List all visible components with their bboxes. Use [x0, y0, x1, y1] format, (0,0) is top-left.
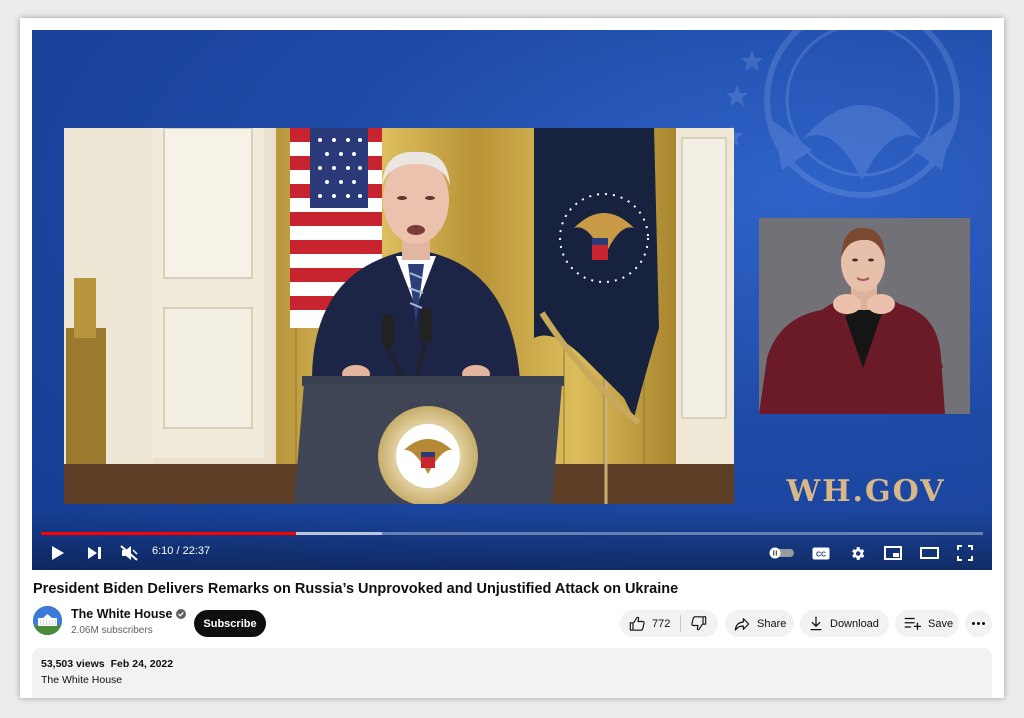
video-stats: 53,503 views Feb 24, 2022 — [41, 658, 179, 670]
view-count: 53,503 views — [41, 658, 105, 670]
progress-played — [41, 532, 297, 535]
like-count: 772 — [652, 617, 671, 630]
play-button[interactable] — [46, 541, 70, 565]
download-label: Download — [830, 617, 879, 630]
time-display: 6:10 / 22:37 — [152, 545, 211, 557]
download-icon — [810, 616, 822, 631]
share-label: Share — [757, 617, 787, 630]
mute-icon — [120, 545, 138, 561]
video-player[interactable]: WH.GOV 6:10 / 22:37 CC — [32, 30, 992, 570]
miniplayer-button[interactable] — [881, 541, 905, 565]
channel-avatar[interactable] — [33, 606, 62, 635]
dislike-button[interactable] — [681, 610, 718, 637]
description-box[interactable]: 53,503 views Feb 24, 2022 The White House — [32, 648, 992, 698]
save-button[interactable]: Save — [895, 610, 959, 637]
settings-button[interactable] — [845, 541, 869, 565]
download-button[interactable]: Download — [800, 610, 889, 637]
settings-icon — [851, 546, 864, 560]
upload-date: Feb 24, 2022 — [110, 658, 174, 670]
next-button[interactable] — [82, 541, 106, 565]
white-house-avatar-icon — [33, 606, 62, 635]
theater-mode-button[interactable] — [917, 541, 941, 565]
subscribe-button[interactable]: Subscribe — [194, 610, 266, 637]
share-button[interactable]: Share — [725, 610, 794, 637]
fullscreen-icon — [957, 545, 973, 561]
save-playlist-icon — [904, 617, 921, 630]
share-icon — [734, 617, 750, 631]
progress-bar[interactable] — [41, 532, 983, 535]
fullscreen-button[interactable] — [953, 541, 977, 565]
like-button[interactable]: 772 — [620, 610, 680, 637]
channel-name-label: The White House — [71, 607, 173, 621]
thumbs-down-icon — [691, 616, 707, 631]
channel-name[interactable]: The White House — [71, 607, 187, 621]
autoplay-toggle-icon — [769, 547, 794, 559]
description-text: The White House — [41, 674, 123, 686]
play-icon — [52, 546, 64, 560]
interpreter-scene — [759, 218, 970, 414]
svg-text:CC: CC — [816, 551, 826, 558]
youtube-watch-page: WH.GOV 6:10 / 22:37 CC President Biden D… — [20, 18, 1004, 698]
video-title: President Biden Delivers Remarks on Russ… — [33, 581, 679, 597]
theater-icon — [919, 547, 939, 559]
next-icon — [87, 547, 101, 559]
wh-gov-watermark: WH.GOV — [786, 474, 946, 509]
podium — [294, 376, 564, 504]
like-dislike-group: 772 — [620, 610, 718, 637]
save-label: Save — [928, 617, 954, 630]
speaker-scene — [64, 128, 734, 504]
seal-watermark-icon — [721, 30, 960, 198]
subscriber-count: 2.06M subscribers — [71, 625, 153, 636]
sign-language-interpreter-video — [759, 218, 970, 414]
more-horizontal-icon — [972, 622, 985, 625]
autoplay-toggle[interactable] — [768, 541, 796, 565]
captions-button[interactable]: CC — [809, 541, 833, 565]
more-actions-button[interactable] — [965, 610, 992, 637]
thumbs-up-icon — [629, 616, 645, 631]
mute-button[interactable] — [117, 541, 141, 565]
main-video-frame — [64, 128, 734, 504]
miniplayer-icon — [884, 546, 902, 560]
verified-badge-icon — [176, 609, 187, 619]
captions-icon: CC — [812, 547, 830, 559]
